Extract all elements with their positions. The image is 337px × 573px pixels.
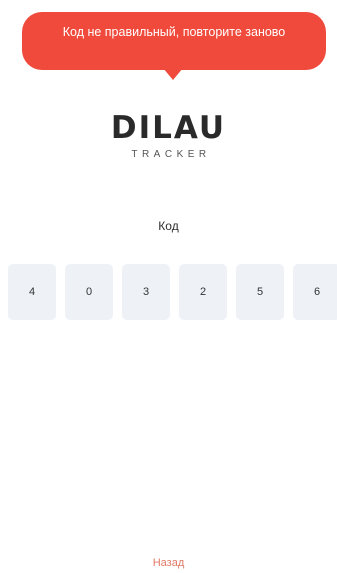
- code-digit-4[interactable]: 2: [179, 264, 227, 320]
- code-label: Код: [158, 219, 179, 233]
- code-digit-6[interactable]: 6: [293, 264, 337, 320]
- code-digit-3[interactable]: 3: [122, 264, 170, 320]
- code-digit-1[interactable]: 4: [8, 264, 56, 320]
- code-digit-2[interactable]: 0: [65, 264, 113, 320]
- error-toast-message: Код не правильный, повторите заново: [62, 25, 286, 39]
- logo-subtitle: TRACKER: [131, 149, 211, 160]
- back-link[interactable]: Назад: [0, 557, 337, 569]
- app-logo: DILAU TRACKER: [0, 110, 337, 160]
- code-digit-5[interactable]: 5: [236, 264, 284, 320]
- logo-title: DILAU: [110, 110, 227, 146]
- error-toast: Код не правильный, повторите заново: [22, 12, 326, 70]
- error-toast-pointer: [163, 68, 183, 80]
